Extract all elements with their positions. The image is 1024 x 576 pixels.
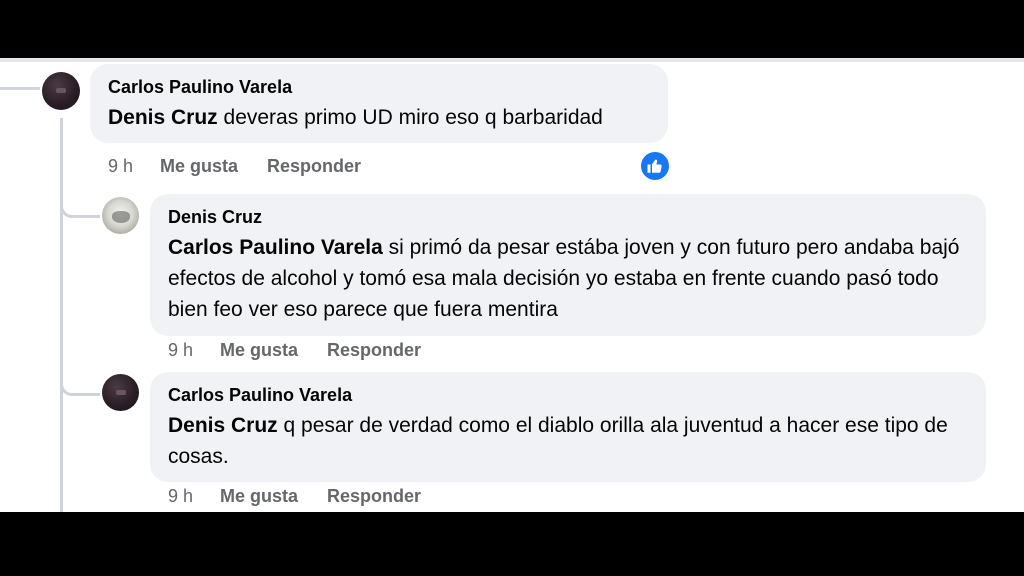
thread-line <box>60 118 63 512</box>
reply-button[interactable]: Responder <box>327 486 421 507</box>
timestamp[interactable]: 9 h <box>108 156 160 177</box>
mention-link[interactable]: Denis Cruz <box>108 106 218 129</box>
comment-text: Denis Cruz deveras primo UD miro eso q b… <box>108 102 649 133</box>
like-icon <box>647 159 662 173</box>
comment-actions: 9 h Me gusta Responder <box>108 156 361 177</box>
thread-connector <box>60 374 100 396</box>
reply-button[interactable]: Responder <box>327 340 421 361</box>
comment-author[interactable]: Carlos Paulino Varela <box>168 384 967 406</box>
mention-link[interactable]: Carlos Paulino Varela <box>168 236 383 259</box>
reply-button[interactable]: Responder <box>267 156 361 177</box>
divider <box>0 58 1024 62</box>
like-reaction-badge[interactable] <box>639 150 671 182</box>
comment-text: Denis Cruz q pesar de verdad como el dia… <box>168 410 967 472</box>
like-button[interactable]: Me gusta <box>220 486 327 507</box>
comment-actions: 9 h Me gusta Responder <box>168 340 421 361</box>
comment-bubble: Denis Cruz Carlos Paulino Varela si prim… <box>150 194 986 336</box>
avatar[interactable] <box>102 374 139 411</box>
comment-bubble: Carlos Paulino Varela Denis Cruz deveras… <box>90 64 668 143</box>
comment-author[interactable]: Carlos Paulino Varela <box>108 76 649 98</box>
comment-body: q pesar de verdad como el diablo orilla … <box>168 414 948 468</box>
thread-connector <box>60 196 100 218</box>
mention-link[interactable]: Denis Cruz <box>168 414 278 437</box>
comment-author[interactable]: Denis Cruz <box>168 206 967 228</box>
avatar[interactable] <box>102 197 139 234</box>
comments-panel: Carlos Paulino Varela Denis Cruz deveras… <box>0 58 1024 512</box>
comment-body: deveras primo UD miro eso q barbaridad <box>217 106 603 129</box>
timestamp[interactable]: 9 h <box>168 340 220 361</box>
like-button[interactable]: Me gusta <box>160 156 267 177</box>
comment-actions: 9 h Me gusta Responder <box>168 486 421 507</box>
comment-text: Carlos Paulino Varela si primó da pesar … <box>168 232 967 325</box>
timestamp[interactable]: 9 h <box>168 486 220 507</box>
avatar[interactable] <box>42 72 80 110</box>
comment-bubble: Carlos Paulino Varela Denis Cruz q pesar… <box>150 372 986 482</box>
thread-line <box>0 87 40 90</box>
like-button[interactable]: Me gusta <box>220 340 327 361</box>
